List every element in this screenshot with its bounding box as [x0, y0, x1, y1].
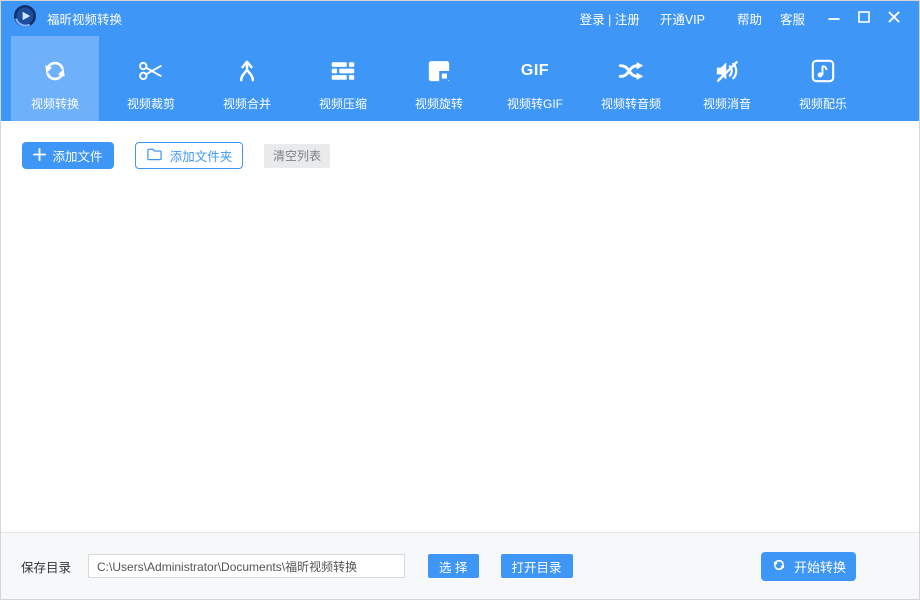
maximize-button[interactable] — [849, 6, 879, 32]
tab-label: 视频裁剪 — [127, 95, 175, 112]
start-convert-button[interactable]: 开始转换 — [761, 552, 856, 581]
actions-row: 添加文件 添加文件夹 清空列表 — [22, 142, 919, 169]
login-register-link[interactable]: 登录 | 注册 — [580, 9, 640, 28]
close-icon — [888, 11, 900, 26]
tab-video-to-gif[interactable]: GIF 视频转GIF — [491, 36, 579, 121]
help-link[interactable]: 帮助 — [737, 9, 762, 28]
tab-video-mute[interactable]: 视频消音 — [683, 36, 771, 121]
titlebar-left: 福昕视频转换 — [13, 4, 122, 33]
folder-icon — [146, 147, 163, 164]
mute-icon — [712, 52, 742, 90]
titlebar-right: 登录 | 注册 开通VIP 帮助 客服 — [580, 6, 909, 32]
add-file-label: 添加文件 — [52, 146, 102, 165]
open-vip-link[interactable]: 开通VIP — [660, 9, 705, 28]
start-convert-label: 开始转换 — [794, 557, 846, 576]
choose-dir-button[interactable]: 选 择 — [428, 554, 478, 578]
add-file-button[interactable]: 添加文件 — [22, 142, 114, 169]
close-button[interactable] — [879, 6, 909, 32]
sync-icon — [771, 557, 787, 576]
merge-icon — [232, 52, 262, 90]
plus-icon — [33, 148, 46, 164]
sync-icon — [40, 52, 70, 90]
app-title: 福昕视频转换 — [47, 9, 122, 28]
tab-video-crop[interactable]: 视频裁剪 — [107, 36, 195, 121]
tab-label: 视频消音 — [703, 95, 751, 112]
app-logo-icon — [13, 4, 37, 33]
scissors-icon — [136, 52, 166, 90]
add-folder-label: 添加文件夹 — [170, 146, 233, 165]
minimize-icon — [828, 11, 840, 26]
maximize-icon — [858, 11, 870, 26]
tab-video-rotate[interactable]: 视频旋转 — [395, 36, 483, 121]
footer-bar: 保存目录 选 择 打开目录 开始转换 — [1, 532, 919, 599]
tab-label: 视频转GIF — [507, 95, 563, 112]
open-dir-button[interactable]: 打开目录 — [501, 554, 573, 578]
save-dir-input[interactable] — [88, 554, 405, 578]
tab-video-merge[interactable]: 视频合并 — [203, 36, 291, 121]
shuffle-icon — [616, 52, 646, 90]
tab-label: 视频配乐 — [799, 95, 847, 112]
tab-label: 视频旋转 — [415, 95, 463, 112]
music-icon — [808, 52, 838, 90]
tab-label: 视频转音频 — [601, 95, 661, 112]
tab-video-convert[interactable]: 视频转换 — [11, 36, 99, 121]
file-list-area: 添加文件 添加文件夹 清空列表 — [1, 121, 919, 532]
clear-list-button[interactable]: 清空列表 — [264, 144, 330, 168]
tab-video-soundtrack[interactable]: 视频配乐 — [779, 36, 867, 121]
tab-label: 视频压缩 — [319, 95, 367, 112]
app-window: 福昕视频转换 登录 | 注册 开通VIP 帮助 客服 — [0, 0, 920, 600]
gif-icon: GIF — [521, 52, 549, 90]
tab-video-to-audio[interactable]: 视频转音频 — [587, 36, 675, 121]
add-folder-button[interactable]: 添加文件夹 — [135, 142, 243, 169]
support-link[interactable]: 客服 — [780, 9, 805, 28]
compress-icon — [328, 52, 358, 90]
titlebar: 福昕视频转换 登录 | 注册 开通VIP 帮助 客服 — [1, 1, 919, 36]
tab-video-compress[interactable]: 视频压缩 — [299, 36, 387, 121]
tab-label: 视频转换 — [31, 95, 79, 112]
rotate-icon — [424, 52, 454, 90]
tab-label: 视频合并 — [223, 95, 271, 112]
minimize-button[interactable] — [819, 6, 849, 32]
toolbar-tabs: 视频转换 视频裁剪 视频合并 视频压缩 视频 — [1, 36, 919, 121]
save-dir-label: 保存目录 — [21, 557, 71, 576]
